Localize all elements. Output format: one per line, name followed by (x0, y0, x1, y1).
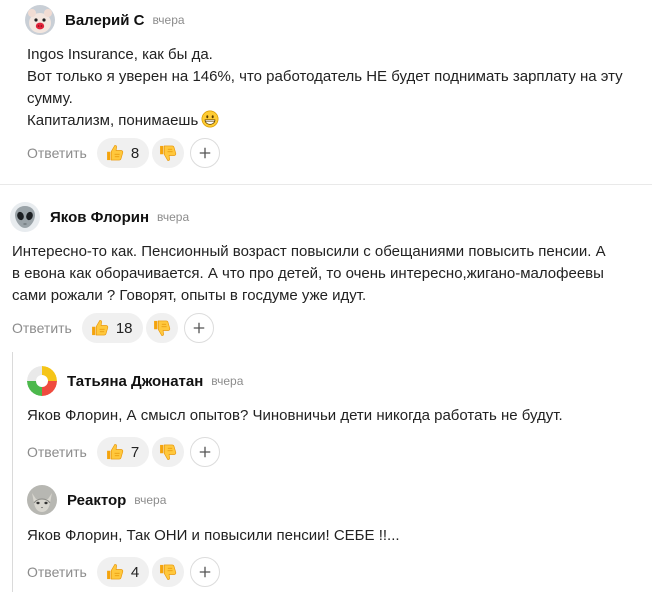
author-name[interactable]: Реактор (67, 492, 126, 509)
like-button[interactable]: 18 (81, 313, 143, 343)
reply-button[interactable]: Ответить (27, 564, 87, 580)
add-reaction-button[interactable] (190, 557, 221, 587)
comment-header: Реактор вчера (27, 485, 166, 515)
like-button[interactable]: 7 (96, 437, 150, 467)
grin-emoji-icon (201, 110, 219, 128)
dislike-button[interactable] (152, 437, 185, 467)
comment-text: Ingos Insurance, как бы да. Вот только я… (27, 44, 623, 132)
comment-line: Интересно-то как. Пенсионный возраст пов… (12, 243, 606, 260)
comment-text: Яков Флорин, Так ОНИ и повысили пенсии! … (27, 525, 400, 547)
thread-line (12, 352, 13, 592)
comment-line: в евона как оборачивается. А что про дет… (12, 265, 604, 282)
comment-actions: Ответить 4 (27, 557, 221, 587)
author-name[interactable]: Татьяна Джонатан (67, 373, 203, 390)
comment-header: Яков Флорин вчера (10, 202, 189, 232)
thumbs-down-icon (158, 143, 178, 163)
dislike-button[interactable] (145, 313, 178, 343)
comment-time: вчера (152, 13, 185, 27)
divider (0, 184, 652, 185)
comment-line: сами рожали ? Говорят, опыты в госдуме у… (12, 287, 367, 304)
comment-line: сумму. (27, 90, 73, 107)
pig-avatar-icon[interactable] (25, 5, 55, 35)
comment-line: Капитализм, понимаешь (27, 112, 199, 129)
thumbs-down-icon (158, 562, 178, 582)
comment-actions: Ответить 18 (12, 313, 214, 343)
thumbs-up-icon (105, 562, 125, 582)
author-name[interactable]: Валерий С (65, 12, 144, 29)
colorful-avatar-icon[interactable] (27, 366, 57, 396)
author-name[interactable]: Яков Флорин (50, 209, 149, 226)
add-reaction-button[interactable] (183, 313, 214, 343)
like-button[interactable]: 8 (96, 138, 150, 168)
comment-text: Яков Флорин, А смысл опытов? Чиновничьи … (27, 405, 563, 427)
comment-actions: Ответить 8 (27, 138, 221, 168)
dislike-button[interactable] (152, 557, 185, 587)
reply-button[interactable]: Ответить (27, 145, 87, 161)
comment-actions: Ответить 7 (27, 437, 221, 467)
alien-avatar-icon[interactable] (10, 202, 40, 232)
comment-header: Валерий С вчера (25, 5, 185, 35)
plus-icon (192, 321, 206, 335)
comment-time: вчера (134, 493, 167, 507)
comment-header: Татьяна Джонатан вчера (27, 366, 243, 396)
thumbs-up-icon (90, 318, 110, 338)
comment-time: вчера (157, 210, 190, 224)
plus-icon (198, 445, 212, 459)
like-count: 8 (130, 144, 140, 162)
like-button[interactable]: 4 (96, 557, 150, 587)
plus-icon (198, 146, 212, 160)
like-count: 18 (115, 319, 133, 337)
comment-line: Яков Флорин, А смысл опытов? Чиновничьи … (27, 407, 563, 424)
cat-avatar-icon[interactable] (27, 485, 57, 515)
like-count: 7 (130, 443, 140, 461)
comment-line: Вот только я уверен на 146%, что работод… (27, 68, 623, 85)
add-reaction-button[interactable] (190, 138, 221, 168)
plus-icon (198, 565, 212, 579)
comment-line: Яков Флорин, Так ОНИ и повысили пенсии! … (27, 527, 400, 544)
like-count: 4 (130, 563, 140, 581)
reply-button[interactable]: Ответить (12, 320, 72, 336)
thumbs-up-icon (105, 442, 125, 462)
dislike-button[interactable] (152, 138, 185, 168)
comment-time: вчера (211, 374, 244, 388)
reply-button[interactable]: Ответить (27, 444, 87, 460)
thumbs-down-icon (152, 318, 172, 338)
comment-text: Интересно-то как. Пенсионный возраст пов… (12, 241, 606, 307)
comment-line: Ingos Insurance, как бы да. (27, 46, 213, 63)
thumbs-up-icon (105, 143, 125, 163)
thumbs-down-icon (158, 442, 178, 462)
add-reaction-button[interactable] (190, 437, 221, 467)
